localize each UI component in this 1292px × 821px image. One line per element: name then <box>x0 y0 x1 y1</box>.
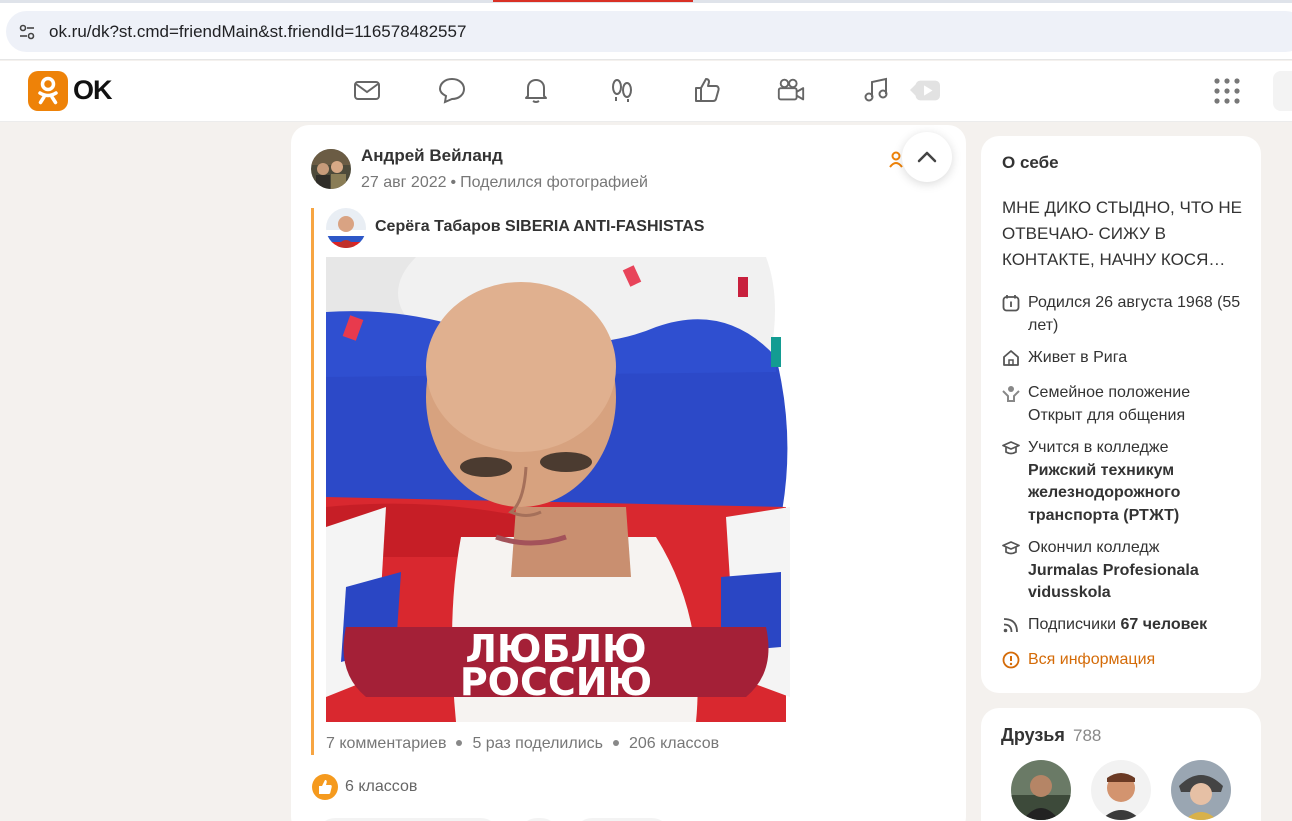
shared-author-avatar[interactable] <box>326 208 366 248</box>
post-date[interactable]: 27 авг 2022 <box>361 174 447 191</box>
study-value[interactable]: Рижский техникум железнодорожного трансп… <box>1028 460 1252 528</box>
logo-text[interactable]: OK <box>73 75 112 106</box>
graduated-row: Окончил колледж Jurmalas Profesionala vi… <box>1002 537 1252 605</box>
chevron-up-icon <box>917 151 937 163</box>
classes-count[interactable]: 206 классов <box>629 735 719 752</box>
post-author-name[interactable]: Андрей Вейланд <box>361 146 503 166</box>
birth-row: Родился 26 августа 1968 (55 лет) <box>1002 292 1252 337</box>
graduated-value[interactable]: Jurmalas Profesionala vidusskola <box>1028 560 1252 605</box>
likes-count[interactable]: 6 классов <box>345 778 417 796</box>
friend-avatar[interactable] <box>1171 760 1231 820</box>
family-label: Семейное положение <box>1028 384 1191 401</box>
video-camera-icon[interactable] <box>776 75 806 105</box>
user-menu-button[interactable] <box>1273 71 1292 111</box>
about-panel: О себе МНЕ ДИКО СТЫДНО, ЧТО НЕ ОТВЕЧАЮ- … <box>981 136 1261 693</box>
friends-panel: Друзья 788 <box>981 708 1261 821</box>
scroll-up-button[interactable] <box>902 132 952 182</box>
subscribers-row[interactable]: Подписчики 67 человек <box>1002 614 1252 637</box>
post-meta: 27 авг 2022 • Поделился фотографией <box>361 174 648 192</box>
like-icon[interactable] <box>692 75 722 105</box>
graduation-cap-icon <box>1002 541 1020 555</box>
video-icon[interactable] <box>910 75 940 105</box>
graduated-label: Окончил колледж <box>1028 539 1160 556</box>
bell-icon[interactable] <box>521 75 551 105</box>
browser-address-bar: ok.ru/dk?st.cmd=friendMain&st.friendId=1… <box>0 3 1292 60</box>
reshare-indicator-bar <box>311 208 314 755</box>
post-stats: 7 комментариев 5 раз поделились 206 классо… <box>326 735 719 753</box>
all-info-row[interactable]: Вся информация <box>1002 649 1252 672</box>
guests-icon[interactable] <box>607 75 637 105</box>
friends-count[interactable]: 788 <box>1073 726 1101 746</box>
site-header: OK <box>0 61 1292 122</box>
lives-row: Живет в Рига <box>1002 347 1252 370</box>
post-action: Поделился фотографией <box>460 174 648 191</box>
author-avatar[interactable] <box>311 149 351 189</box>
study-row: Учится в колледже Рижский техникум желез… <box>1002 437 1252 527</box>
feed-post: Андрей Вейланд 27 авг 2022 • Поделился фот… <box>291 125 966 821</box>
info-icon <box>1002 651 1020 669</box>
subscribers-label: Подписчики <box>1028 616 1117 633</box>
lives-text[interactable]: Живет в Рига <box>1028 347 1252 370</box>
active-tab-indicator <box>493 0 693 2</box>
music-icon[interactable] <box>861 75 891 105</box>
about-title: О себе <box>1002 153 1059 172</box>
rss-icon <box>1003 618 1018 633</box>
study-label: Учится в колледже <box>1028 439 1169 456</box>
all-info-link[interactable]: Вся информация <box>1028 649 1252 672</box>
mail-icon[interactable] <box>352 75 382 105</box>
family-value: Открыт для общения <box>1028 406 1186 424</box>
family-icon <box>1002 386 1020 402</box>
apps-grid-icon[interactable] <box>1214 78 1240 104</box>
stats-separator <box>456 739 463 746</box>
friends-title[interactable]: Друзья <box>1001 725 1065 746</box>
stats-separator <box>612 739 619 746</box>
shares-count[interactable]: 5 раз поделились <box>472 735 603 752</box>
birth-text: Родился 26 августа 1968 (55 лет) <box>1028 294 1241 334</box>
family-row: Семейное положение Открыт для общения <box>1002 382 1252 427</box>
site-settings-icon[interactable] <box>18 23 36 41</box>
chat-icon[interactable] <box>437 75 467 105</box>
home-icon <box>1003 350 1019 366</box>
ok-logo-icon[interactable] <box>28 71 68 111</box>
url-field[interactable]: ok.ru/dk?st.cmd=friendMain&st.friendId=1… <box>6 11 1292 52</box>
calendar-icon <box>1002 295 1020 312</box>
post-photo[interactable]: ЛЮБЛЮ РОССИЮ <box>326 257 790 722</box>
friend-avatar[interactable] <box>1091 760 1151 820</box>
add-friend-icon[interactable] <box>889 150 903 168</box>
meta-separator: • <box>450 174 457 191</box>
url-text[interactable]: ok.ru/dk?st.cmd=friendMain&st.friendId=1… <box>49 22 466 42</box>
about-status-text[interactable]: МНЕ ДИКО СТЫДНО, ЧТО НЕ ОТВЕЧАЮ- СИЖУ В … <box>1002 195 1247 273</box>
photo-caption-line2: РОССИЮ <box>460 660 652 704</box>
friend-avatar[interactable] <box>1011 760 1071 820</box>
subscribers-value[interactable]: 67 человек <box>1120 616 1207 633</box>
class-badge-icon <box>312 774 338 800</box>
graduation-cap-icon <box>1002 441 1020 455</box>
comments-count[interactable]: 7 комментариев <box>326 735 446 752</box>
shared-author-name[interactable]: Серёга Табаров SIBERIA ANTI-FASHISTAS <box>375 218 704 236</box>
